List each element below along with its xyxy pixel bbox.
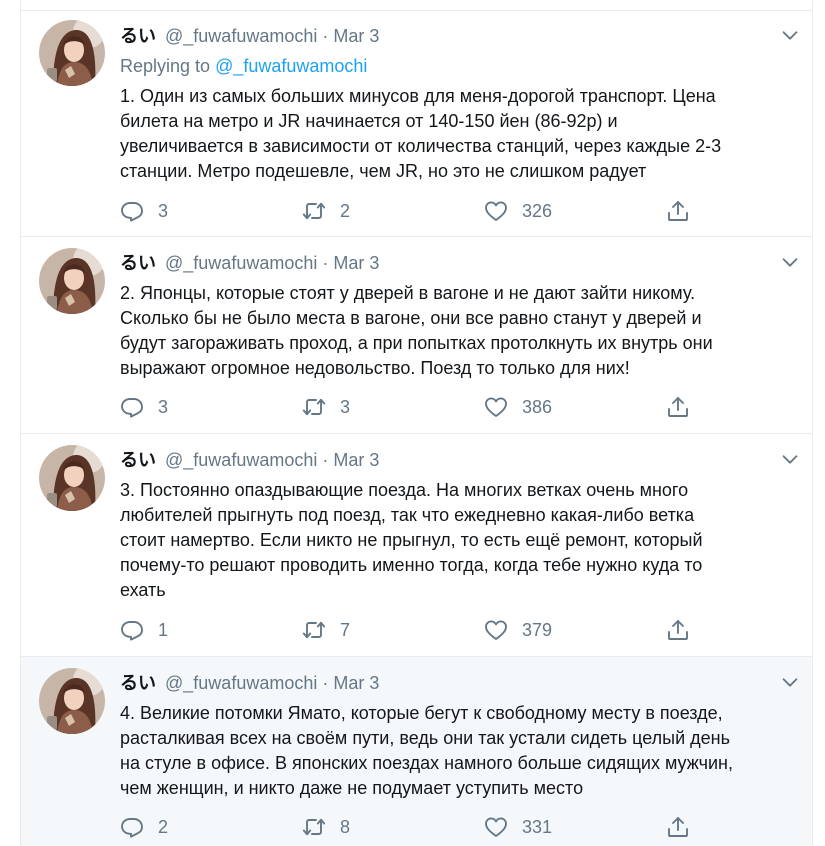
tweet-3[interactable]: るい @_fuwafuwamochi · Mar 3 3. Постоянно … [21, 434, 812, 657]
tweet-actions: 1 7 379 [120, 618, 800, 642]
share-button[interactable] [666, 815, 704, 839]
header-separator: · [322, 26, 329, 46]
timeline-right-border [812, 0, 813, 846]
author-name[interactable]: るい [120, 253, 156, 274]
avatar[interactable] [39, 445, 105, 511]
replying-to-label: Replying to [120, 56, 211, 76]
tweet-1[interactable]: るい @_fuwafuwamochi · Mar 3 Replying to @… [21, 11, 812, 237]
retweet-icon [302, 395, 326, 419]
tweet-4[interactable]: るい @_fuwafuwamochi · Mar 3 4. Великие по… [21, 657, 812, 846]
share-icon [666, 199, 690, 223]
like-button[interactable]: 331 [484, 815, 552, 839]
retweet-icon [302, 199, 326, 223]
share-button[interactable] [666, 199, 704, 223]
retweet-button[interactable]: 2 [302, 199, 350, 223]
like-icon [484, 199, 508, 223]
share-icon [666, 618, 690, 642]
reply-icon [120, 618, 144, 642]
like-count: 386 [522, 396, 553, 417]
like-icon [484, 815, 508, 839]
tweet-actions: 3 2 326 [120, 199, 800, 223]
reply-button[interactable]: 3 [120, 199, 168, 223]
author-name[interactable]: るい [120, 450, 156, 471]
reply-count: 1 [158, 619, 169, 640]
share-icon [666, 395, 690, 419]
retweet-count: 3 [340, 396, 351, 417]
tweet-2[interactable]: るい @_fuwafuwamochi · Mar 3 2. Японцы, ко… [21, 237, 812, 434]
tweet-header: るい @_fuwafuwamochi · Mar 3 [120, 251, 379, 276]
tweet-header: るい @_fuwafuwamochi · Mar 3 [120, 448, 379, 473]
reply-button[interactable]: 2 [120, 815, 168, 839]
author-handle[interactable]: @_fuwafuwamochi [165, 673, 317, 693]
like-count: 331 [522, 816, 553, 837]
like-button[interactable]: 386 [484, 395, 552, 419]
like-icon [484, 618, 508, 642]
retweet-icon [302, 618, 326, 642]
author-name[interactable]: るい [120, 26, 156, 47]
reply-count: 3 [158, 200, 169, 221]
like-count: 326 [522, 200, 553, 221]
tweet-date[interactable]: Mar 3 [333, 26, 379, 46]
share-icon [666, 815, 690, 839]
chevron-down-icon[interactable] [779, 671, 801, 693]
reply-button[interactable]: 1 [120, 618, 168, 642]
tweet-text: 4. Великие потомки Ямато, которые бегут … [120, 703, 733, 798]
author-name[interactable]: るい [120, 673, 156, 694]
chevron-down-icon[interactable] [779, 24, 801, 46]
retweet-button[interactable]: 3 [302, 395, 350, 419]
tweet-date[interactable]: Mar 3 [333, 253, 379, 273]
reply-count: 2 [158, 816, 169, 837]
avatar[interactable] [39, 20, 105, 86]
replying-to: Replying to @_fuwafuwamochi [120, 54, 367, 78]
retweet-count: 2 [340, 200, 351, 221]
author-handle[interactable]: @_fuwafuwamochi [165, 253, 317, 273]
header-separator: · [322, 253, 329, 273]
tweet-header: るい @_fuwafuwamochi · Mar 3 [120, 24, 379, 49]
like-button[interactable]: 326 [484, 199, 552, 223]
header-separator: · [322, 450, 329, 470]
like-count: 379 [522, 619, 553, 640]
like-icon [484, 395, 508, 419]
share-button[interactable] [666, 395, 704, 419]
reply-icon [120, 815, 144, 839]
tweet-date[interactable]: Mar 3 [333, 673, 379, 693]
retweet-button[interactable]: 8 [302, 815, 350, 839]
author-handle[interactable]: @_fuwafuwamochi [165, 26, 317, 46]
tweet-text: 1. Один из самых больших минусов для мен… [120, 86, 722, 181]
tweet-actions: 3 3 386 [120, 395, 800, 419]
tweet-text: 3. Постоянно опаздывающие поезда. На мно… [120, 480, 703, 600]
tweet-text: 2. Японцы, которые стоят у дверей в ваго… [120, 283, 713, 378]
avatar[interactable] [39, 248, 105, 314]
reply-button[interactable]: 3 [120, 395, 168, 419]
author-handle[interactable]: @_fuwafuwamochi [165, 450, 317, 470]
avatar[interactable] [39, 668, 105, 734]
reply-icon [120, 199, 144, 223]
reply-icon [120, 395, 144, 419]
replying-to-handle[interactable]: @_fuwafuwamochi [215, 56, 367, 76]
reply-count: 3 [158, 396, 169, 417]
tweet-header: るい @_fuwafuwamochi · Mar 3 [120, 671, 379, 696]
like-button[interactable]: 379 [484, 618, 552, 642]
chevron-down-icon[interactable] [779, 251, 801, 273]
tweet-actions: 2 8 331 [120, 815, 800, 839]
share-button[interactable] [666, 618, 704, 642]
retweet-count: 8 [340, 816, 351, 837]
retweet-icon [302, 815, 326, 839]
retweet-button[interactable]: 7 [302, 618, 350, 642]
tweet-date[interactable]: Mar 3 [333, 450, 379, 470]
timeline: るい @_fuwafuwamochi · Mar 3 Replying to @… [0, 0, 825, 846]
header-separator: · [322, 673, 329, 693]
retweet-count: 7 [340, 619, 351, 640]
chevron-down-icon[interactable] [779, 448, 801, 470]
